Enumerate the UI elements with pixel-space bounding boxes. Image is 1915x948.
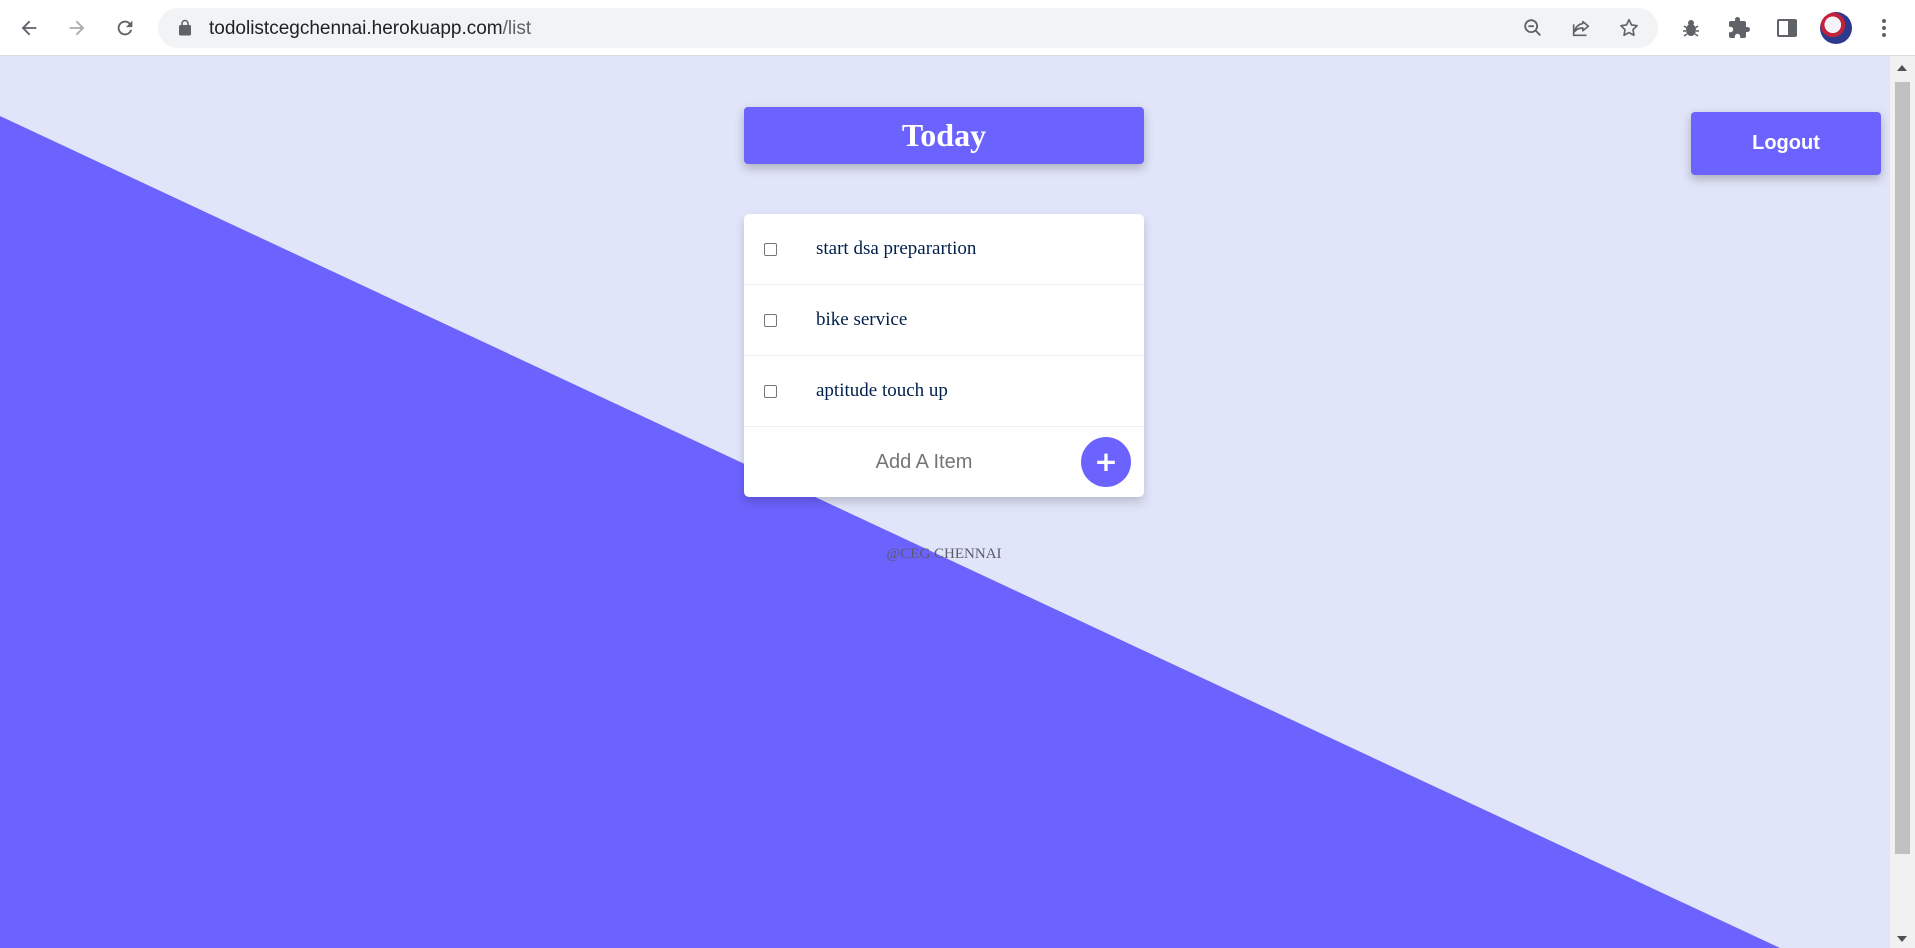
reload-icon [117, 20, 133, 36]
todo-item: bike service [744, 285, 1144, 356]
url-text[interactable]: todolistcegchennai.herokuapp.com/list [209, 18, 531, 40]
side-panel-icon[interactable] [1775, 16, 1799, 40]
todo-item: aptitude touch up [744, 356, 1144, 427]
background-diagonal-shape [0, 116, 1780, 948]
star-icon[interactable] [1618, 17, 1640, 39]
forward-icon [69, 20, 85, 36]
todo-checkbox[interactable] [764, 243, 777, 256]
address-bar[interactable]: todolistcegchennai.herokuapp.com/list [158, 8, 1658, 48]
avatar[interactable] [1820, 12, 1852, 44]
new-item-input[interactable]: Add A Item [824, 445, 1024, 479]
more-icon[interactable] [1872, 16, 1896, 40]
scroll-down-arrow-icon[interactable] [1897, 936, 1907, 942]
url-host: todolistcegchennai.herokuapp.com [209, 18, 503, 39]
add-item-row: Add A Item + [744, 427, 1144, 497]
url-path: /list [502, 18, 532, 39]
scroll-up-arrow-icon[interactable] [1897, 65, 1907, 71]
todo-item-label: aptitude touch up [816, 380, 948, 401]
lock-icon[interactable] [176, 19, 194, 37]
add-item-button[interactable]: + [1081, 437, 1131, 487]
page-heading-box: Today [744, 107, 1144, 164]
todo-item-label: start dsa preparartion [816, 238, 977, 259]
page-title: Today [901, 117, 987, 153]
reload-button[interactable] [108, 11, 142, 45]
footer-text: @CEG CHENNAI [886, 546, 1002, 562]
scrollbar-thumb[interactable] [1895, 82, 1910, 854]
back-icon [21, 20, 37, 36]
browser-toolbar: todolistcegchennai.herokuapp.com/list [0, 0, 1915, 56]
todo-checkbox[interactable] [764, 314, 777, 327]
forward-button[interactable] [60, 11, 94, 45]
todo-item-label: bike service [816, 309, 908, 330]
share-icon[interactable] [1570, 17, 1592, 39]
puzzle-icon[interactable] [1727, 16, 1751, 40]
back-button[interactable] [12, 11, 46, 45]
logout-button[interactable]: Logout [1691, 112, 1881, 175]
zoom-out-icon[interactable] [1522, 17, 1544, 39]
todo-item: start dsa preparartion [744, 214, 1144, 285]
bug-icon[interactable] [1679, 16, 1703, 40]
todo-list-card: start dsa preparartion bike service apti… [744, 214, 1144, 497]
todo-checkbox[interactable] [764, 385, 777, 398]
page-viewport: Today Logout start dsa preparartion bike… [0, 56, 1890, 948]
vertical-scrollbar[interactable] [1890, 56, 1915, 948]
